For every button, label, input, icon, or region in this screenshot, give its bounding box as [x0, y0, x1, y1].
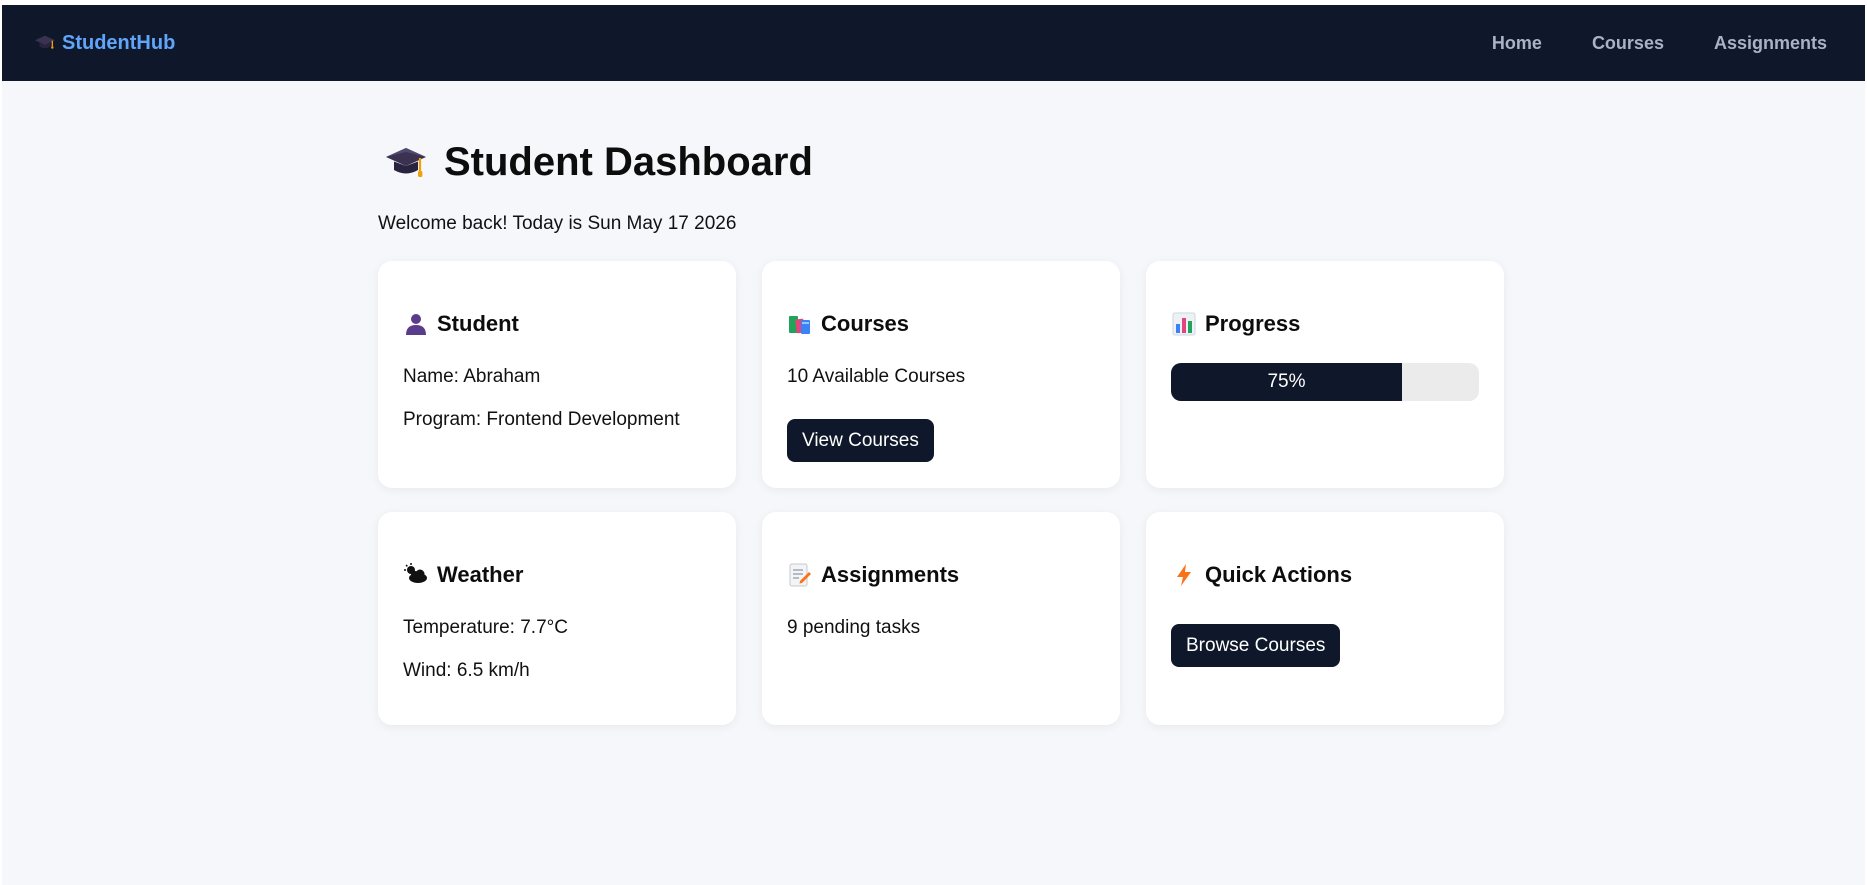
welcome-message: Welcome back! Today is Sun May 17 2026 — [378, 213, 736, 235]
wind-value: 6.5 km/h — [456, 660, 530, 681]
progress-bar-fill: 75% — [1171, 363, 1402, 401]
quick-actions-card-title: Quick Actions — [1171, 562, 1352, 588]
user-icon — [406, 314, 426, 335]
assignments-card: Assignments 9 pending tasks — [762, 512, 1120, 725]
welcome-text: Welcome back! Today is — [378, 213, 588, 234]
courses-card-title: Courses — [787, 311, 909, 337]
student-program: Program: Frontend Development — [403, 409, 680, 431]
nav-links: Home Courses Assignments — [1492, 5, 1827, 81]
student-name-value: Abraham — [463, 366, 541, 387]
progress-card-title: Progress — [1171, 311, 1300, 337]
available-courses-count: 10 Available Courses — [787, 366, 966, 387]
weather-temperature: Temperature: 7.7°C — [403, 617, 568, 639]
app-frame: StudentHub Home Courses Assignments Stud… — [2, 5, 1865, 885]
nav-link-assignments[interactable]: Assignments — [1714, 33, 1827, 54]
books-icon — [789, 316, 810, 334]
memo-icon — [789, 563, 811, 587]
progress-card-heading: Progress — [1205, 311, 1301, 336]
quick-actions-card-heading: Quick Actions — [1205, 562, 1353, 587]
temperature-label: Temperature: — [403, 617, 521, 638]
bar-chart-icon — [1172, 312, 1196, 336]
lightning-icon — [1177, 564, 1191, 586]
student-card-title: Student — [403, 311, 519, 337]
temperature-value: 7.7°C — [520, 617, 568, 638]
student-card: Student Name: Abraham Program: Frontend … — [378, 261, 736, 488]
quick-actions-card: Quick Actions Browse Courses — [1146, 512, 1504, 725]
nav-link-home[interactable]: Home — [1492, 33, 1542, 54]
graduation-cap-icon — [386, 147, 426, 177]
progress-card: Progress 75% — [1146, 261, 1504, 488]
assignments-card-title: Assignments — [787, 562, 959, 588]
student-program-value: Frontend Development — [486, 409, 680, 430]
cloud-sun-icon — [404, 563, 427, 583]
weather-card-title: Weather — [403, 562, 523, 588]
weather-wind: Wind: 6.5 km/h — [403, 660, 530, 682]
page-title: Student Dashboard — [444, 140, 813, 184]
student-card-heading: Student — [437, 311, 519, 336]
assignments-card-heading: Assignments — [821, 562, 960, 587]
weather-card-heading: Weather — [437, 562, 524, 587]
today-date: Sun May 17 2026 — [587, 213, 737, 234]
student-name-label: Name: — [403, 366, 464, 387]
nav-link-courses[interactable]: Courses — [1592, 33, 1664, 54]
wind-label: Wind: — [403, 660, 457, 681]
courses-card: Courses 10 Available Courses View Course… — [762, 261, 1120, 488]
page-header: Student Dashboard — [384, 140, 813, 185]
weather-card: Weather Temperature: 7.7°C Wind: 6.5 km/… — [378, 512, 736, 725]
view-courses-button[interactable]: View Courses — [787, 419, 934, 462]
progress-percent-label: 75% — [1267, 371, 1306, 392]
courses-card-heading: Courses — [821, 311, 910, 336]
browse-courses-button[interactable]: Browse Courses — [1171, 624, 1341, 667]
top-navbar: StudentHub Home Courses Assignments — [2, 5, 1865, 81]
student-name: Name: Abraham — [403, 366, 540, 388]
pending-tasks: 9 pending tasks — [787, 617, 921, 638]
student-program-label: Program: — [403, 409, 487, 430]
progress-bar: 75% — [1171, 363, 1479, 401]
brand-logo[interactable]: StudentHub — [34, 5, 175, 81]
graduation-cap-icon — [34, 35, 56, 49]
brand-name: StudentHub — [62, 31, 176, 54]
